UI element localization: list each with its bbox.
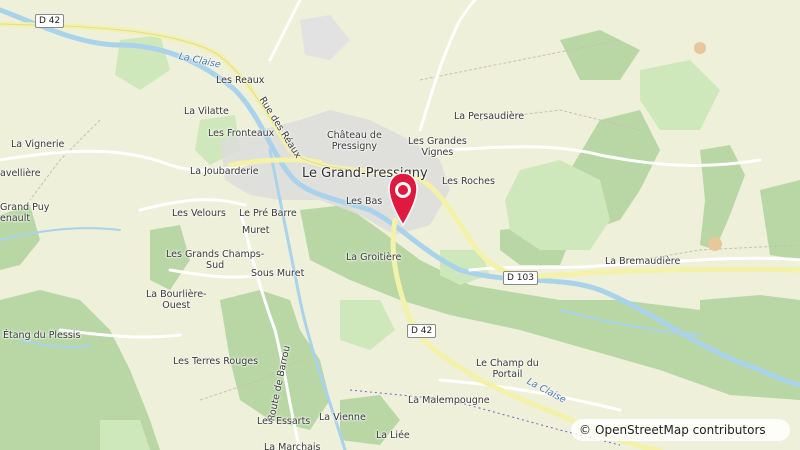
place-la-liee[interactable]: La Liée	[376, 430, 410, 441]
place-avelliere[interactable]: avellière	[0, 168, 41, 179]
place-la-groitiere[interactable]: La Groitière	[346, 252, 401, 263]
place-la-vilatte[interactable]: La Vilatte	[184, 106, 229, 117]
place-les-essarts[interactable]: Les Essarts	[257, 416, 310, 427]
place-les-grandes-vignes-line2: Vignes	[421, 147, 454, 158]
place-les-grands-champs-sud[interactable]: Les Grands Champs- Sud	[166, 249, 264, 271]
place-la-persaudiere[interactable]: La Persaudière	[454, 111, 524, 122]
place-les-roches[interactable]: Les Roches	[442, 176, 495, 187]
place-la-vienne[interactable]: La Vienne	[319, 412, 366, 423]
place-grand-puy[interactable]: Grand Puy enault	[0, 202, 49, 224]
place-les-reaux[interactable]: Les Reaux	[216, 75, 264, 86]
place-les-grandes-vignes-line1: Les Grandes	[408, 136, 467, 147]
place-grand-puy-line2: enault	[0, 213, 31, 224]
place-les-velours[interactable]: Les Velours	[172, 208, 226, 219]
road-shield-d42-south: D 42	[407, 324, 437, 338]
place-le-champ-du-portail-line1: Le Champ du	[476, 358, 539, 369]
place-le-champ-du-portail[interactable]: Le Champ du Portail	[476, 358, 539, 380]
place-la-malempougne[interactable]: La Malempougne	[408, 395, 490, 406]
place-la-bourliere-line1: La Bourlière-	[146, 289, 207, 300]
place-chateau-line1: Château de	[327, 130, 382, 141]
place-chateau-line2: Pressigny	[331, 141, 378, 152]
place-la-marchais[interactable]: La Marchais	[264, 442, 321, 450]
place-chateau-de-pressigny[interactable]: Château de Pressigny	[327, 130, 382, 152]
place-la-bourliere-line2: Ouest	[162, 300, 191, 311]
copyright-icon: ©	[579, 423, 591, 437]
attribution[interactable]: © OpenStreetMap contributors	[571, 419, 790, 441]
road-shield-d103: D 103	[503, 271, 538, 285]
map-pin-icon[interactable]	[387, 171, 419, 227]
place-le-champ-du-portail-line2: Portail	[492, 369, 523, 380]
place-le-pre-barre[interactable]: Le Pré Barre	[239, 208, 297, 219]
road-shield-d42-nw: D 42	[35, 14, 65, 28]
place-les-terres-rouges[interactable]: Les Terres Rouges	[173, 356, 258, 367]
map-viewport[interactable]: D 42 D 42 D 103 La Claise La Claise Rue …	[0, 0, 800, 450]
place-les-fronteaux[interactable]: Les Fronteaux	[208, 128, 274, 139]
place-les-grands-champs-line2: Sud	[206, 260, 225, 271]
place-muret[interactable]: Muret	[242, 225, 269, 236]
place-la-joubarderie[interactable]: La Joubarderie	[190, 166, 259, 177]
place-les-grandes-vignes[interactable]: Les Grandes Vignes	[408, 136, 467, 158]
place-grand-puy-line1: Grand Puy	[0, 202, 50, 213]
place-etang-du-plessis[interactable]: Étang du Plessis	[3, 330, 80, 341]
place-la-bremaudiere[interactable]: La Bremaudière	[605, 256, 680, 267]
place-sous-muret[interactable]: Sous Muret	[251, 268, 304, 279]
place-la-vignerie[interactable]: La Vignerie	[11, 139, 64, 150]
place-la-bourliere-ouest[interactable]: La Bourlière- Ouest	[146, 289, 206, 311]
place-les-bas[interactable]: Les Bas	[346, 196, 382, 207]
place-les-grands-champs-line1: Les Grands Champs-	[166, 249, 265, 260]
attribution-text[interactable]: OpenStreetMap contributors	[595, 423, 766, 437]
